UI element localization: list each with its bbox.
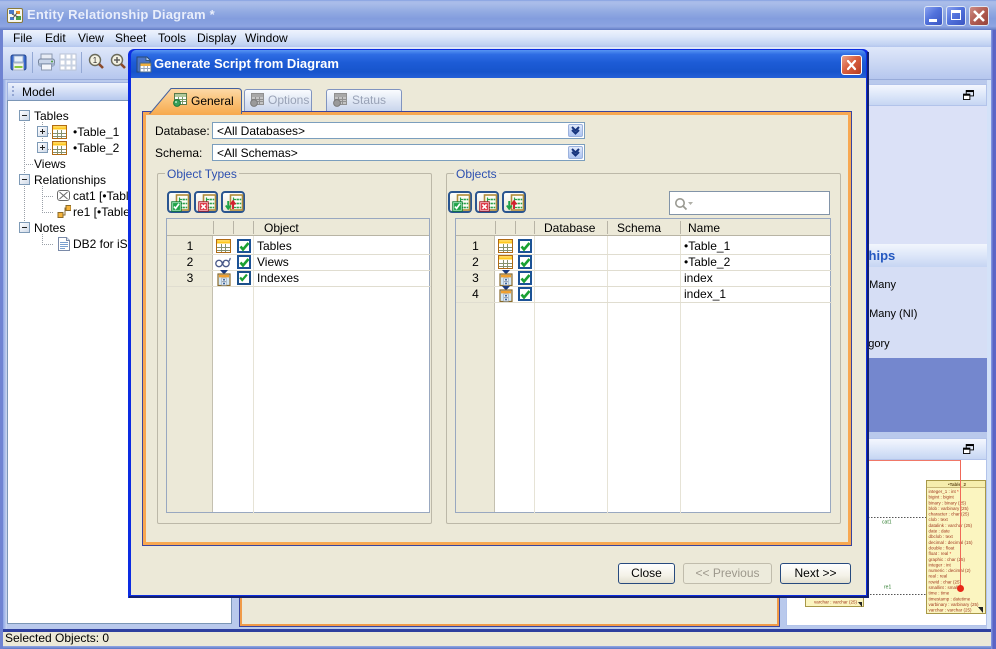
svg-text:1: 1 bbox=[93, 56, 98, 65]
